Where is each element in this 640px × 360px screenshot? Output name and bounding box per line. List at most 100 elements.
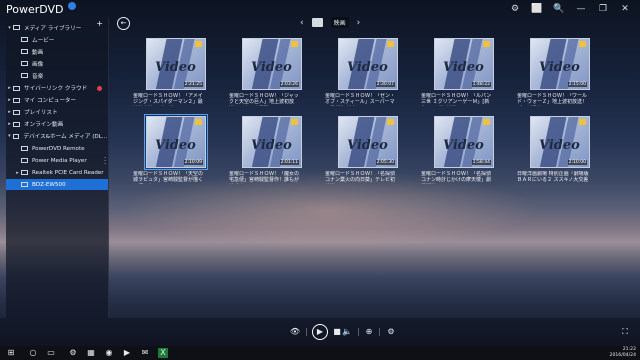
video-thumbnail[interactable]: Video 2:15:00: [530, 38, 590, 90]
video-title: 金曜ロードＳＨＯＷ！「ジャックと天空の巨人」地上波初放送！ワクワク冒険…: [229, 93, 299, 106]
video-thumbnail[interactable]: Video 2:21:25: [146, 38, 206, 90]
sidebar-item-label: 動画: [32, 49, 44, 56]
video-tile[interactable]: Video 2:30:07 金曜ロードＳＨＯＷ！「ゼン・オブ・スティール」スーパーマ…: [322, 38, 398, 106]
sidebar-item[interactable]: Power Media Player: [6, 155, 108, 166]
next-folder-button[interactable]: ›: [357, 18, 361, 28]
sidebar-item[interactable]: ▸ サイバーリンク クラウド: [6, 83, 108, 94]
search-icon[interactable]: 🔍: [548, 2, 570, 16]
video-thumbnail-icon: Video: [251, 138, 292, 153]
video-tile[interactable]: Video 2:21:25 金曜ロードＳＨＯＷ！「アメイジング・スパイダーマン２」最…: [130, 38, 206, 106]
title-bar: PowerDVD ⚙ ⬜ 🔍 — ❐ ✕: [0, 0, 640, 18]
sidebar-item[interactable]: 動画: [6, 46, 108, 57]
sidebar-item[interactable]: ▸ マイ コンピューター: [6, 95, 108, 106]
sidebar-item[interactable]: BDZ-EW500: [6, 179, 108, 191]
item-icon: [21, 49, 28, 55]
expand-arrow-icon[interactable]: ▸: [6, 121, 13, 127]
expand-arrow-icon[interactable]: ▾: [6, 133, 13, 139]
video-thumbnail[interactable]: Video 1:48:22: [434, 38, 494, 90]
duration: 2:30:07: [375, 82, 395, 87]
settings-icon[interactable]: ⚙: [504, 2, 526, 16]
expand-arrow-icon[interactable]: ▸: [6, 97, 13, 103]
duration: 2:03:26: [279, 82, 299, 87]
task-view-icon[interactable]: ▭: [46, 348, 56, 358]
duration: 2:10:00: [567, 160, 587, 165]
minimize-icon[interactable]: —: [570, 2, 592, 16]
expand-arrow-icon[interactable]: ▸: [6, 85, 13, 91]
video-tile[interactable]: Video 1:58:44 金曜ロードＳＨＯＷ！「名探偵コナン時計じかけの摩天楼」劇…: [418, 116, 494, 184]
video-thumbnail-icon: Video: [347, 138, 388, 153]
prev-folder-button[interactable]: ‹: [300, 18, 304, 28]
taskbar: ⊞ ○ ▭ ⚙ ▦ ◉ ▶ ✉ X 21:22 2016/04/24: [0, 346, 640, 360]
zoom-icon[interactable]: ⊕: [362, 325, 376, 339]
protected-icon: [483, 119, 490, 125]
sidebar-item[interactable]: 画像: [6, 58, 108, 69]
protected-icon: [291, 119, 298, 125]
video-tile[interactable]: Video 2:03:26 金曜ロードＳＨＯＷ！「ジャックと天空の巨人」地上波初放送…: [226, 38, 302, 106]
alert-icon: [97, 85, 102, 91]
video-thumbnail-icon: Video: [155, 138, 196, 153]
powerdvd-taskbar-icon[interactable]: ▶: [122, 348, 132, 358]
item-icon: [12, 133, 20, 139]
volume-icon[interactable]: 🔈: [340, 325, 354, 339]
video-thumbnail[interactable]: Video 2:01:11: [242, 116, 302, 168]
back-button[interactable]: ←: [117, 17, 130, 30]
close-icon[interactable]: ✕: [614, 2, 636, 16]
store-icon[interactable]: ▦: [86, 348, 96, 358]
resize-handle-icon[interactable]: · · ·: [104, 155, 106, 168]
player-controls: 👁 ▶ ■ 🔈 ⊕ ⚙ ⛶: [0, 318, 640, 346]
duration: 1:48:22: [471, 82, 491, 87]
video-thumbnail[interactable]: Video 2:30:07: [338, 38, 398, 90]
video-thumbnail[interactable]: Video 2:03:26: [242, 38, 302, 90]
browser-icon[interactable]: ◉: [104, 348, 114, 358]
video-tile[interactable]: Video 2:15:00 金曜ロードＳＨＯＷ！「ワールド・ウォーＺ」地上波初放送！…: [514, 38, 590, 106]
expand-arrow-icon[interactable]: ▾: [6, 25, 13, 31]
sidebar-item[interactable]: ▸ Realtek PCIE Card Reader: [6, 167, 108, 178]
video-thumbnail-icon: Video: [155, 60, 196, 75]
video-tile[interactable]: Video 2:01:11 金曜ロードＳＨＯＷ！「魔女の宅急便」宮崎駿監督作！誰もが…: [226, 116, 302, 184]
video-title: 金曜ロードＳＨＯＷ！「アメイジング・スパイダーマン２」最速地上波スパイダーマン…: [133, 93, 203, 106]
notification-badge-icon[interactable]: [67, 2, 76, 10]
protected-icon: [195, 41, 202, 47]
video-thumbnail-icon: Video: [251, 60, 292, 75]
video-tile[interactable]: Video 2:05:30 金曜ロードＳＨＯＷ！「名探偵コナン業火の向日葵」テレビ初…: [322, 116, 398, 184]
clock[interactable]: 21:22 2016/04/24: [610, 347, 636, 358]
protected-icon: [579, 41, 586, 47]
sidebar-item-label: マイ コンピューター: [24, 98, 77, 105]
eye-icon[interactable]: 👁: [288, 325, 302, 339]
sidebar-item[interactable]: ▾ メディア ライブラリー: [6, 22, 108, 33]
sidebar-item[interactable]: ムービー: [6, 34, 108, 45]
play-button[interactable]: ▶: [312, 324, 328, 340]
video-thumbnail-icon: Video: [539, 60, 580, 75]
sidebar-item-label: メディア ライブラリー: [24, 25, 82, 32]
sidebar-item-label: Power Media Player: [32, 157, 87, 164]
sidebar-item-label: プレイリスト: [24, 110, 58, 117]
maximize-icon[interactable]: ❐: [592, 2, 614, 16]
video-title: 金曜ロードＳＨＯＷ！「ワールド・ウォーＺ」地上波初放送！ブラピ最大ス…: [517, 93, 588, 106]
duration: 2:21:25: [183, 82, 203, 87]
expand-arrow-icon[interactable]: ▸: [14, 170, 21, 176]
sidebar-item[interactable]: ▸ プレイリスト: [6, 107, 108, 118]
excel-icon[interactable]: X: [158, 348, 168, 358]
video-thumbnail[interactable]: Video 2:10:09: [144, 114, 208, 170]
sidebar-item[interactable]: PowerDVD Remote: [6, 143, 108, 154]
video-tile[interactable]: Video 2:10:09 金曜ロードＳＨＯＷ！「天空の城ラピュタ」宮崎駿監督が描く…: [130, 114, 208, 184]
sidebar-item[interactable]: ▾ デバイス&ホーム メディア (DLNA): [6, 131, 108, 142]
settings-icon[interactable]: ⚙: [384, 325, 398, 339]
mail-icon[interactable]: ✉: [140, 348, 150, 358]
mode-icon[interactable]: ⬜: [526, 2, 548, 16]
sidebar-item[interactable]: ▸ オンライン動画: [6, 119, 108, 130]
video-thumbnail[interactable]: Video 2:10:00: [530, 116, 590, 168]
protected-icon: [387, 41, 394, 47]
start-icon[interactable]: ⊞: [6, 348, 16, 358]
protected-icon: [483, 41, 490, 47]
video-thumbnail[interactable]: Video 1:58:44: [434, 116, 494, 168]
sidebar-item-label: デバイス&ホーム メディア (DLNA): [23, 134, 109, 141]
cortana-icon[interactable]: ○: [28, 348, 38, 358]
expand-arrow-icon[interactable]: ▸: [6, 109, 13, 115]
video-tile[interactable]: Video 1:48:22 金曜ロードＳＨＯＷ！「ルパン三世 ＩクリアンーゲーＭ」[…: [418, 38, 494, 106]
sidebar-item[interactable]: 音楽: [6, 70, 108, 81]
video-thumbnail[interactable]: Video 2:05:30: [338, 116, 398, 168]
fullscreen-icon[interactable]: ⛶: [618, 325, 632, 339]
video-tile[interactable]: Video 2:10:00 日曜洋画劇場 特別企画『劇場版ＢＡＲにいる２ ススキノ大…: [514, 116, 590, 184]
settings-icon[interactable]: ⚙: [68, 348, 78, 358]
